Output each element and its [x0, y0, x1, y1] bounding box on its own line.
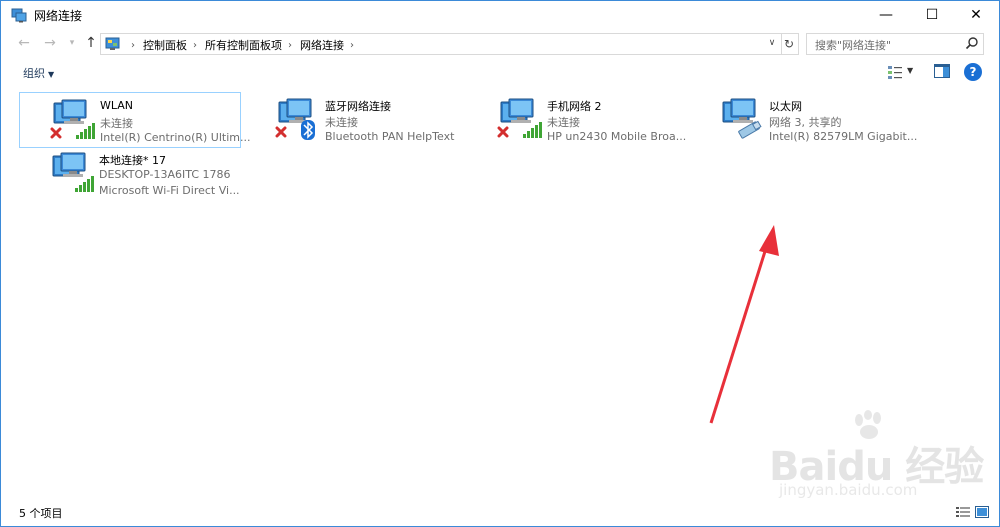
change-view-icon[interactable] [887, 64, 903, 80]
connection-name: 手机网络 2 [547, 100, 602, 113]
details-view-icon[interactable] [956, 506, 970, 518]
baidu-watermark: Baidu 经验 jingyan.baidu.com [769, 408, 989, 508]
navigation-bar: ← → ▾ ↑ › 控制面板 › 所有控制面板项 › 网络连接 › ∨ ↻ 搜索… [1, 30, 999, 56]
explorer-window: 网络连接 — ☐ ✕ ← → ▾ ↑ › 控制面板 › 所有控制面板项 › 网络… [0, 0, 1000, 527]
connection-name: 蓝牙网络连接 [325, 100, 391, 113]
wireless-network-icon [52, 152, 94, 192]
annotation-arrow [709, 225, 779, 424]
maximize-icon: ☐ [925, 7, 939, 23]
connection-device: Intel(R) Centrino(R) Ultim... [100, 131, 251, 144]
maximize-button[interactable]: ☐ [909, 1, 955, 29]
connection-status: DESKTOP-13A6ITC 1786 [99, 168, 231, 181]
up-arrow-icon: ↑ [85, 35, 97, 51]
back-arrow-icon: ← [18, 35, 30, 51]
control-panel-icon [105, 37, 120, 50]
title-bar: 网络连接 — ☐ ✕ [1, 1, 999, 29]
forward-button[interactable]: → [41, 34, 59, 52]
refresh-button[interactable]: ↻ [780, 33, 799, 55]
breadcrumb-separator[interactable]: › [288, 40, 292, 51]
item-count: 5 个项目 [19, 507, 63, 520]
forward-arrow-icon: → [44, 35, 56, 51]
breadcrumb: › 控制面板 › 所有控制面板项 › 网络连接 › [125, 37, 362, 53]
refresh-icon: ↻ [783, 37, 795, 51]
close-button[interactable]: ✕ [953, 1, 999, 29]
breadcrumb-all-control-panel-items[interactable]: 所有控制面板项 [205, 37, 282, 53]
connection-device: Intel(R) 82579LM Gigabit... [769, 130, 918, 143]
network-connections-icon [11, 8, 27, 23]
help-button[interactable]: ? [964, 63, 982, 81]
connection-device: HP un2430 Mobile Broa... [547, 130, 687, 143]
large-icons-view-icon[interactable] [975, 506, 989, 518]
search-icon [965, 37, 978, 50]
status-bar: 5 个项目 [1, 501, 999, 526]
connection-name: 以太网 [769, 100, 802, 113]
chevron-down-icon: ∨ [768, 38, 776, 48]
preview-pane-icon[interactable] [934, 64, 950, 78]
recent-locations-button[interactable]: ▾ [63, 34, 81, 52]
watermark-url: jingyan.baidu.com [779, 481, 918, 499]
ethernet-network-icon [722, 98, 762, 139]
command-bar: 组织 ▼ ▼ ? [1, 58, 999, 86]
connection-item[interactable]: 手机网络 2 未连接 HP un2430 Mobile Broa... [467, 92, 687, 146]
bluetooth-network-icon [275, 98, 315, 140]
connection-name: WLAN [100, 99, 134, 112]
window-title: 网络连接 [34, 9, 83, 23]
breadcrumb-control-panel[interactable]: 控制面板 [143, 37, 187, 53]
close-icon: ✕ [970, 7, 982, 23]
chevron-down-icon: ▾ [69, 38, 75, 48]
minimize-icon: — [879, 7, 893, 23]
back-button[interactable]: ← [15, 34, 33, 52]
breadcrumb-separator[interactable]: › [350, 40, 354, 51]
breadcrumb-network-connections[interactable]: 网络连接 [300, 37, 344, 53]
wireless-network-icon [50, 99, 95, 139]
connection-item[interactable]: WLAN 未连接 Intel(R) Centrino(R) Ultim... [19, 92, 251, 148]
connection-name: 本地连接* 17 [99, 154, 166, 167]
address-dropdown-button[interactable]: ∨ [766, 34, 778, 52]
view-options-dropdown[interactable]: ▼ [907, 66, 913, 75]
help-icon: ? [969, 65, 977, 79]
up-button[interactable]: ↑ [82, 34, 100, 52]
connection-status: 未连接 [547, 116, 580, 129]
connection-item[interactable]: 蓝牙网络连接 未连接 Bluetooth PAN HelpText [245, 92, 465, 146]
connection-status: 未连接 [100, 117, 133, 130]
connection-status: 网络 3, 共享的 [769, 116, 842, 129]
breadcrumb-separator[interactable]: › [131, 40, 135, 51]
organize-label: 组织 [23, 67, 45, 80]
minimize-button[interactable]: — [863, 1, 909, 29]
connection-item[interactable]: 本地连接* 17 DESKTOP-13A6ITC 1786 Microsoft Wi… [19, 146, 240, 200]
organize-button[interactable]: 组织 ▼ [23, 65, 54, 81]
connection-item[interactable]: 以太网网络 3, 共享的 Intel(R) 82579LM Gigabit... [689, 92, 917, 146]
search-box[interactable]: 搜索"网络连接" [806, 33, 984, 55]
connection-status: 未连接 [325, 116, 358, 129]
breadcrumb-separator[interactable]: › [193, 40, 197, 51]
wireless-network-icon [497, 98, 542, 138]
chevron-down-icon: ▼ [48, 70, 55, 79]
address-bar[interactable]: › 控制面板 › 所有控制面板项 › 网络连接 › [100, 33, 782, 55]
search-input[interactable]: 搜索"网络连接" [815, 37, 891, 53]
connection-device: Microsoft Wi-Fi Direct Vi... [99, 184, 240, 197]
connection-device: Bluetooth PAN HelpText [325, 130, 455, 143]
